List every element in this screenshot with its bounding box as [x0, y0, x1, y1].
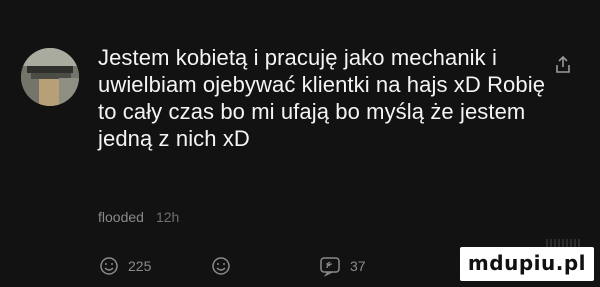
like-button[interactable]: 225	[98, 255, 151, 277]
smiley-icon	[98, 255, 120, 277]
avatar[interactable]	[21, 48, 79, 106]
avatar-image	[21, 48, 79, 106]
share-icon[interactable]	[552, 54, 574, 76]
reply-button[interactable]: 37	[318, 255, 366, 277]
comment-meta: flooded 12h	[98, 209, 179, 225]
reply-count: 37	[350, 258, 366, 274]
timestamp: 12h	[155, 209, 180, 225]
smiley-icon	[210, 255, 232, 277]
watermark-logo: mdupiu.pl	[459, 247, 594, 281]
comment-text: Jestem kobietą i pracuję jako mechanik i…	[98, 45, 546, 151]
react-button[interactable]	[210, 255, 232, 277]
like-count: 225	[128, 258, 152, 274]
author-name[interactable]: flooded	[98, 209, 144, 225]
reply-icon	[318, 255, 342, 277]
